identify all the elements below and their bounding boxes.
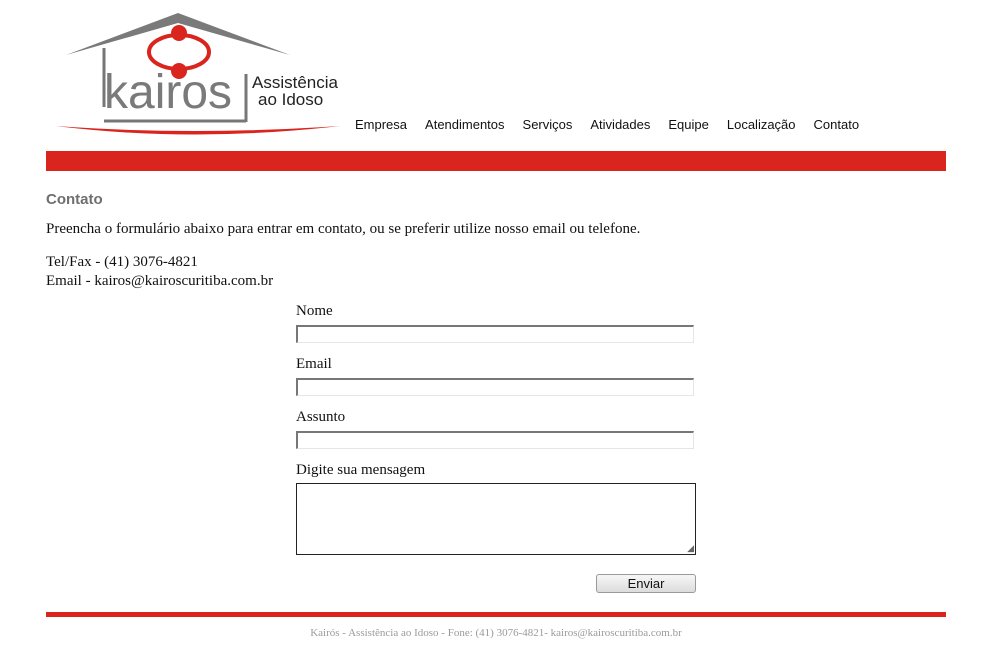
nav-item-equipe[interactable]: Equipe — [668, 117, 708, 132]
main-nav: Empresa Atendimentos Serviços Atividades… — [355, 117, 859, 132]
intro-text: Preencha o formulário abaixo para entrar… — [46, 221, 641, 237]
contact-info: Tel/Fax - (41) 3076-4821 Email - kairos@… — [46, 253, 273, 291]
subject-input[interactable] — [296, 431, 694, 449]
page-title: Contato — [46, 191, 103, 208]
logo-swoosh — [56, 126, 340, 135]
nav-item-atendimentos[interactable]: Atendimentos — [425, 117, 505, 132]
submit-button[interactable]: Enviar — [596, 574, 696, 593]
phone-text: Tel/Fax - (41) 3076-4821 — [46, 254, 198, 270]
nav-item-contato[interactable]: Contato — [814, 117, 860, 132]
nav-item-atividades[interactable]: Atividades — [590, 117, 650, 132]
logo-tagline-2: ao Idoso — [258, 90, 323, 109]
footer-text: Kairós - Assistência ao Idoso - Fone: (4… — [310, 627, 682, 639]
footer-red-line — [46, 612, 946, 617]
nav-item-servicos[interactable]: Serviços — [523, 117, 573, 132]
logo-wordmark: kairos — [104, 66, 232, 119]
house-logo-icon: kairos Assistência ao Idoso — [56, 13, 340, 135]
message-label: Digite sua mensagem — [296, 462, 426, 478]
resize-handle-icon[interactable]: ◢ — [687, 544, 694, 553]
email-input[interactable] — [296, 378, 694, 396]
message-textarea[interactable]: ◢ — [296, 483, 696, 555]
name-label: Nome — [296, 303, 333, 319]
header-red-bar — [46, 151, 946, 171]
email-text: Email - kairos@kairoscuritiba.com.br — [46, 273, 274, 289]
subject-label: Assunto — [296, 409, 346, 425]
name-input[interactable] — [296, 325, 694, 343]
email-label: Email — [296, 356, 332, 372]
kairos-logo[interactable]: kairos Assistência ao Idoso — [52, 8, 352, 143]
nav-item-empresa[interactable]: Empresa — [355, 117, 407, 132]
nav-item-localizacao[interactable]: Localização — [727, 117, 796, 132]
